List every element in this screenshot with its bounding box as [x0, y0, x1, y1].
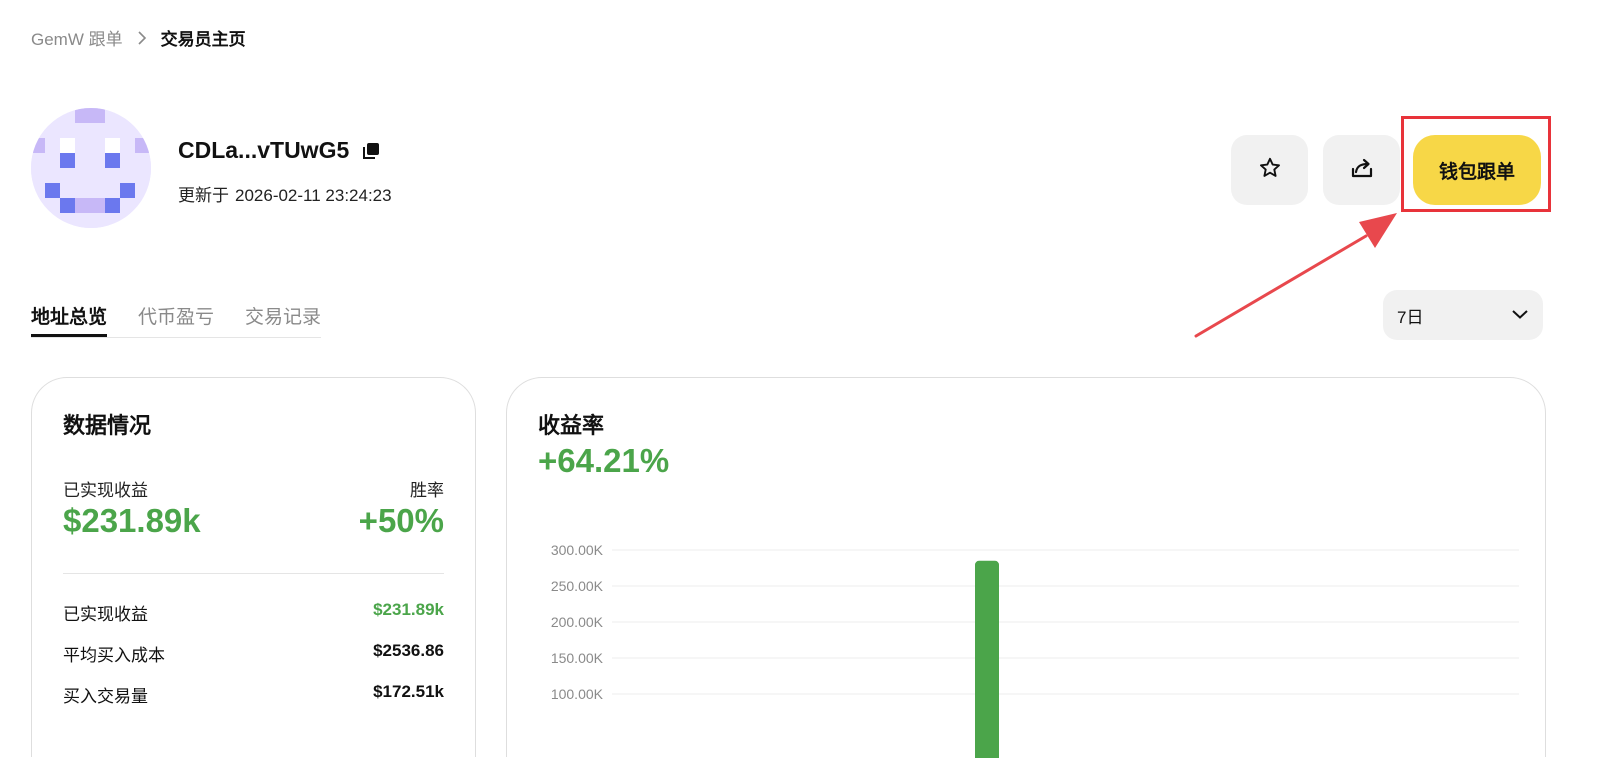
favorite-button[interactable] — [1231, 135, 1308, 205]
breadcrumb-current: 交易员主页 — [160, 30, 246, 49]
tab-bar: 地址总览 代币盈亏 交易记录 — [31, 302, 322, 338]
copy-icon[interactable] — [361, 141, 381, 161]
divider — [63, 573, 444, 574]
copy-trade-button[interactable]: 钱包跟单 — [1413, 135, 1541, 205]
win-rate-label: 胜率 — [410, 481, 444, 500]
updated-prefix: 更新于 — [178, 186, 229, 205]
breadcrumb: GemW 跟单 交易员主页 — [31, 25, 246, 50]
win-rate-value: +50% — [358, 502, 444, 539]
data-card-title: 数据情况 — [63, 413, 152, 438]
stat-row-label: 平均买入成本 — [63, 646, 165, 665]
updated-timestamp: 2026-02-11 23:24:23 — [235, 186, 392, 205]
y-tick-label: 300.00K — [551, 542, 604, 558]
stat-row: 买入交易量 $172.51k — [63, 682, 444, 707]
y-tick-label: 250.00K — [551, 578, 604, 594]
chevron-right-icon — [137, 30, 147, 45]
stat-row-label: 已实现收益 — [63, 605, 148, 624]
stat-row-label: 买入交易量 — [63, 687, 148, 706]
chart-bar — [975, 560, 999, 758]
y-tick-label: 150.00K — [551, 650, 604, 666]
share-icon — [1349, 155, 1375, 186]
stat-row: 平均买入成本 $2536.86 — [63, 641, 444, 666]
tab-address-overview[interactable]: 地址总览 — [31, 302, 108, 337]
wallet-address-text: CDLa...vTUwG5 — [178, 137, 350, 163]
stat-row-value: $172.51k — [373, 682, 444, 701]
star-icon — [1258, 156, 1282, 185]
pnl-bar-chart: 100.00K 150.00K 200.00K 250.00K 300.00K — [551, 542, 1519, 758]
share-button[interactable] — [1323, 135, 1400, 205]
stat-row: 已实现收益 $231.89k — [63, 600, 444, 625]
time-range-value: 7日 — [1397, 307, 1424, 327]
stat-row-value: $2536.86 — [373, 641, 444, 660]
realized-profit-label: 已实现收益 — [63, 481, 148, 500]
avatar — [31, 108, 151, 228]
y-tick-label: 200.00K — [551, 614, 604, 630]
breadcrumb-parent-link[interactable]: GemW 跟单 — [31, 25, 123, 50]
time-range-select[interactable]: 7日 — [1383, 290, 1543, 340]
updated-time: 更新于 2026-02-11 23:24:23 — [178, 181, 392, 206]
data-summary-card: 数据情况 已实现收益 胜率 $231.89k +50% 已实现收益 $231.8… — [31, 377, 476, 757]
wallet-address: CDLa...vTUwG5 — [178, 137, 381, 164]
tab-token-pnl[interactable]: 代币盈亏 — [138, 302, 214, 337]
pnl-chart-card: 收益率 +64.21% 100.00K 150.00K 200.00K 250.00K… — [506, 377, 1546, 758]
tab-trade-history[interactable]: 交易记录 — [245, 302, 321, 337]
y-tick-label: 100.00K — [551, 686, 604, 702]
stat-row-value: $231.89k — [373, 600, 444, 619]
realized-profit-value: $231.89k — [63, 502, 201, 539]
chevron-down-icon — [1511, 305, 1529, 325]
